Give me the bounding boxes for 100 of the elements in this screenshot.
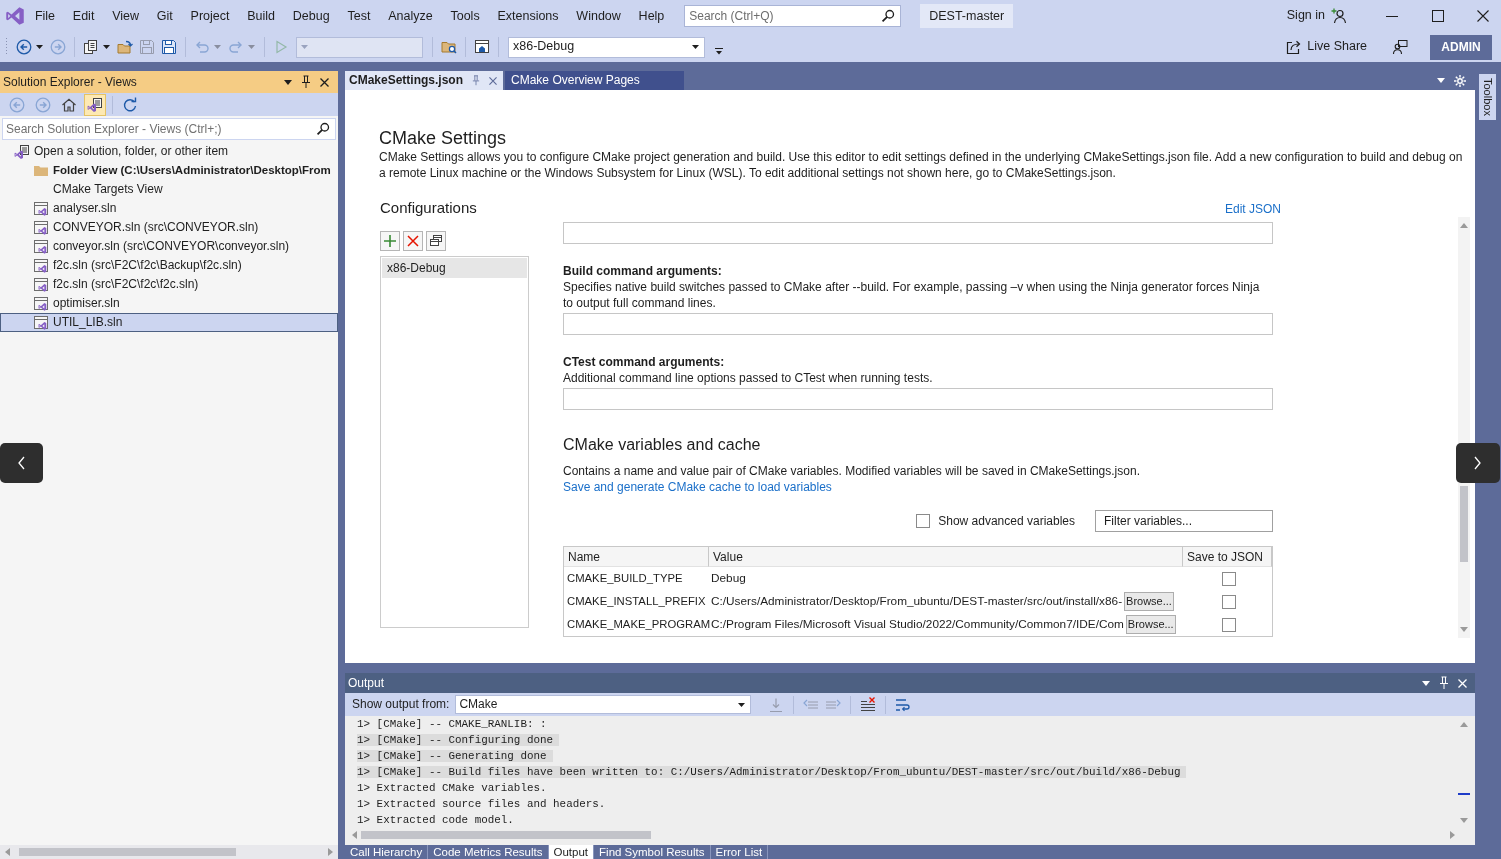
solution-views-icon[interactable]: [84, 93, 106, 116]
output-line: 1> Extracted code model.: [357, 814, 515, 826]
menu-item[interactable]: Build: [238, 7, 284, 25]
open-folder-icon[interactable]: [117, 39, 133, 55]
scrollbar-thumb[interactable]: [361, 831, 651, 839]
menu-item[interactable]: Help: [629, 7, 674, 25]
new-item-icon[interactable]: [83, 39, 99, 55]
browse-button[interactable]: Browse...: [1125, 615, 1176, 634]
dropdown[interactable]: x86-Debug: [508, 36, 705, 58]
dropdown-icon[interactable]: [1437, 78, 1445, 83]
search-icon[interactable]: [316, 122, 330, 136]
menu-item[interactable]: Analyze: [379, 7, 442, 25]
delete-icon[interactable]: [403, 231, 423, 251]
vertical-scrollbar[interactable]: [1458, 217, 1470, 638]
menu-item[interactable]: Window: [567, 7, 630, 25]
column-header[interactable]: Name: [564, 547, 709, 567]
panel-tab[interactable]: Find Symbol Results: [594, 845, 711, 859]
scroll-down-icon[interactable]: [1460, 627, 1468, 632]
add-icon[interactable]: [380, 231, 400, 251]
input-field[interactable]: [563, 388, 1273, 410]
menu-item[interactable]: Project: [181, 7, 239, 25]
checkbox[interactable]: [1222, 571, 1236, 586]
scroll-left-icon[interactable]: [352, 831, 357, 839]
settings-icon[interactable]: [1454, 74, 1466, 87]
tree-item[interactable]: Open a solution, folder, or other item: [0, 142, 338, 161]
menu-item[interactable]: Extensions: [488, 7, 568, 25]
caret-icon[interactable]: [103, 45, 110, 49]
dropdown-icon[interactable]: [1422, 680, 1430, 686]
clear-all-icon[interactable]: [860, 696, 877, 713]
help-text: Contains a name and value pair of CMake variables. Modified variables will be saved in CMakeSettings.json.: [563, 463, 1141, 479]
window-icon[interactable]: [474, 39, 490, 55]
panel-tab[interactable]: Code Metrics Results: [428, 845, 549, 859]
column-header[interactable]: Save to JSON: [1183, 547, 1272, 567]
dropdown-icon[interactable]: [284, 79, 292, 85]
input-field[interactable]: [563, 313, 1273, 335]
search-field[interactable]: Search Solution Explorer - Views (Ctrl+;): [2, 118, 336, 140]
menu-item[interactable]: View: [103, 7, 148, 25]
folder-search-icon[interactable]: [441, 39, 457, 55]
edit-json-link[interactable]: Edit JSON: [1225, 202, 1281, 217]
scroll-up-icon[interactable]: [1460, 223, 1468, 228]
solution-views-icon: [14, 143, 30, 160]
column-header[interactable]: Value: [709, 547, 1183, 567]
search-field[interactable]: Search (Ctrl+Q): [684, 5, 902, 27]
search-icon[interactable]: [881, 9, 896, 23]
browse-button[interactable]: Browse...: [1124, 592, 1174, 611]
maximize-icon[interactable]: [1432, 10, 1444, 22]
vs-logo-icon[interactable]: [5, 6, 25, 26]
scroll-right-icon[interactable]: [1450, 831, 1455, 839]
tree-item[interactable]: Folder View (C:\Users\Administrator\Desktop\From: [0, 161, 338, 180]
pin-icon[interactable]: [301, 75, 311, 89]
menu-item[interactable]: Edit: [63, 7, 104, 25]
checkbox[interactable]: [1222, 617, 1236, 632]
input-field[interactable]: [563, 222, 1273, 244]
add-person-icon[interactable]: [1331, 8, 1347, 24]
scroll-right-icon[interactable]: [328, 848, 333, 856]
account-button[interactable]: ADMIN: [1430, 34, 1492, 60]
menu-item[interactable]: Test: [338, 7, 380, 25]
close-icon[interactable]: [320, 77, 329, 87]
scroll-up-icon[interactable]: [1460, 722, 1468, 727]
save-all-icon[interactable]: [161, 39, 177, 55]
sign-in-link[interactable]: Sign in: [1286, 8, 1325, 24]
tree-item[interactable]: f2c.sln (src\F2C\f2c\Backup\f2c.sln): [0, 256, 338, 275]
checkbox[interactable]: [916, 514, 931, 528]
panel-tab[interactable]: Output: [548, 845, 595, 859]
menu-item[interactable]: Debug: [283, 7, 339, 25]
output-source-dropdown[interactable]: CMake: [455, 695, 752, 714]
tree-item[interactable]: f2c.sln (src\F2C\f2c\f2c.sln): [0, 275, 338, 294]
scroll-down-icon[interactable]: [1460, 818, 1468, 823]
word-wrap-icon[interactable]: [895, 696, 912, 713]
panel-tab[interactable]: Error List: [710, 845, 769, 859]
menu-item[interactable]: Tools: [441, 7, 489, 25]
tree-item[interactable]: UTIL_LIB.sln: [0, 313, 338, 332]
tree-item[interactable]: CONVEYOR.sln (src\CONVEYOR.sln): [0, 218, 338, 237]
overflow-icon[interactable]: [715, 47, 723, 55]
section-heading: Configurations: [380, 199, 477, 217]
scrollbar-thumb[interactable]: [1460, 486, 1468, 562]
menu-item[interactable]: File: [26, 7, 64, 25]
copy-icon[interactable]: [426, 231, 446, 251]
toolbar-grip-icon[interactable]: [5, 37, 8, 57]
feedback-icon[interactable]: [1392, 39, 1408, 55]
list-item[interactable]: x86-Debug: [382, 258, 527, 278]
document-tab[interactable]: CMake Overview Pages: [505, 71, 684, 90]
panel-tab[interactable]: Call Hierarchy: [345, 845, 429, 859]
tree-item[interactable]: conveyor.sln (src\CONVEYOR\conveyor.sln): [0, 237, 338, 256]
tree-item[interactable]: analyser.sln: [0, 199, 338, 218]
chevron-right-icon[interactable]: [1456, 443, 1500, 483]
chevron-left-icon[interactable]: [0, 443, 43, 483]
tree-item[interactable]: CMake Targets View: [0, 180, 338, 199]
toolbox-tab[interactable]: Toolbox: [1479, 74, 1496, 120]
caret-icon[interactable]: [36, 45, 43, 49]
tree-item[interactable]: optimiser.sln: [0, 294, 338, 313]
close-icon[interactable]: [1477, 10, 1489, 22]
scrollbar-thumb[interactable]: [19, 848, 236, 856]
scroll-left-icon[interactable]: [5, 848, 10, 856]
checkbox[interactable]: [1222, 594, 1236, 609]
filter-field[interactable]: Filter variables...: [1095, 510, 1273, 532]
horizontal-scrollbar[interactable]: [0, 845, 338, 859]
live-share-button[interactable]: Live Share: [1286, 39, 1367, 55]
menu-item[interactable]: Git: [147, 7, 182, 25]
generate-cache-link[interactable]: Save and generate CMake cache to load variables: [563, 479, 832, 495]
